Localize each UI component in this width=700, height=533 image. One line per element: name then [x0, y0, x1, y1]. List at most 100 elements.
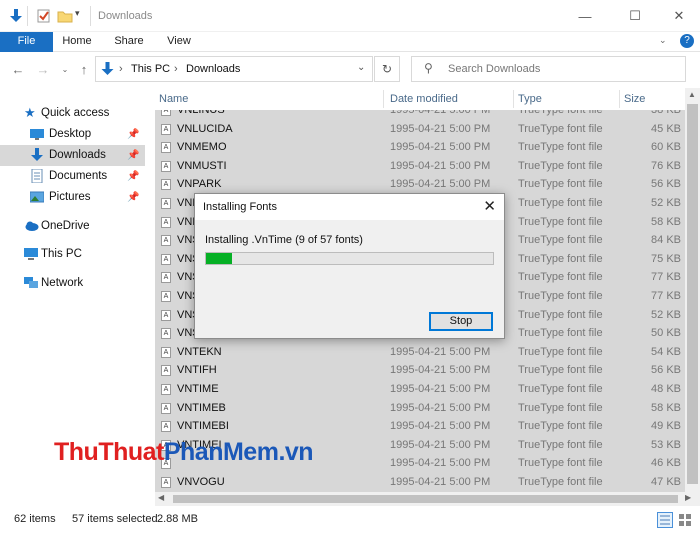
file-type: TrueType font file — [518, 215, 603, 228]
address-history-icon[interactable]: ⌄ — [357, 62, 365, 73]
table-row[interactable]: A VNVOGU 1995-04-21 5:00 PM TrueType font f… — [155, 473, 685, 492]
column-date-modified[interactable]: Date modified — [390, 93, 458, 105]
table-row[interactable]: A VNTIFH 1995-04-21 5:00 PM TrueType font f… — [155, 361, 685, 380]
table-row[interactable]: A VNTIMEBI 1995-04-21 5:00 PM TrueType font… — [155, 417, 685, 436]
ribbon-tabs: File Home Share View ⌄ ? — [0, 32, 700, 52]
watermark-part-b: PhanMem.vn — [163, 438, 314, 466]
nav-item-network[interactable]: Network — [0, 273, 145, 294]
table-row[interactable]: A VNMEMO 1995-04-21 5:00 PM TrueType font f… — [155, 138, 685, 157]
nav-item-label: Documents — [49, 170, 108, 182]
search-box[interactable]: ⚲ Search Downloads — [411, 56, 686, 82]
scroll-left-icon[interactable]: ◀ — [158, 493, 164, 502]
table-row[interactable]: A VNTEKN 1995-04-21 5:00 PM TrueType font f… — [155, 343, 685, 362]
column-name[interactable]: Name — [159, 93, 188, 105]
table-row[interactable]: A VNTIMEB 1995-04-21 5:00 PM TrueType font … — [155, 399, 685, 418]
tab-home[interactable]: Home — [56, 32, 98, 52]
selection-count: 57 items selected — [72, 513, 158, 525]
file-size: 58 KB — [651, 401, 681, 414]
tab-share[interactable]: Share — [108, 32, 150, 52]
up-arrow-icon[interactable]: ↑ — [75, 61, 93, 79]
table-row[interactable]: A VNMUSTI 1995-04-21 5:00 PM TrueType font … — [155, 157, 685, 176]
nav-item-quick-access[interactable]: ★ Quick access — [0, 103, 145, 124]
nav-item-pictures[interactable]: Pictures 📌 — [0, 187, 145, 208]
expand-ribbon-icon[interactable]: ⌄ — [659, 35, 667, 46]
scrollbar-thumb[interactable] — [687, 104, 698, 484]
font-file-icon: A — [161, 142, 171, 154]
back-arrow-icon[interactable]: ← — [9, 61, 27, 79]
minimize-button[interactable]: — — [562, 0, 608, 32]
table-row[interactable]: A VNTIME 1995-04-21 5:00 PM TrueType font f… — [155, 380, 685, 399]
forward-arrow-icon[interactable]: → — [34, 61, 52, 79]
file-size: 53 KB — [651, 438, 681, 451]
column-header: Name Date modified Type Size — [155, 88, 685, 110]
nav-item-onedrive[interactable]: OneDrive — [0, 216, 145, 237]
column-size[interactable]: Size — [624, 93, 645, 105]
scroll-right-icon[interactable]: ▶ — [685, 493, 691, 502]
breadcrumb-separator: › — [174, 63, 178, 75]
column-divider[interactable] — [383, 90, 384, 108]
column-divider[interactable] — [513, 90, 514, 108]
new-folder-icon[interactable] — [57, 8, 73, 24]
nav-item-this-pc[interactable]: This PC — [0, 244, 145, 265]
breadcrumb-this-pc[interactable]: This PC — [131, 63, 170, 75]
search-icon: ⚲ — [424, 61, 433, 75]
pin-icon: 📌 — [127, 171, 140, 182]
tab-file[interactable]: File — [0, 32, 53, 52]
window-title: Downloads — [98, 10, 153, 22]
scrollbar-thumb[interactable] — [173, 495, 678, 503]
file-size: 56 KB — [651, 178, 681, 191]
nav-item-label: Quick access — [41, 107, 110, 119]
file-type: TrueType font file — [518, 345, 603, 358]
column-divider[interactable] — [619, 90, 620, 108]
file-type: TrueType font file — [518, 197, 603, 209]
file-type: TrueType font file — [518, 308, 603, 321]
file-type: TrueType font file — [518, 234, 603, 247]
quick-access-dropdown-icon[interactable]: ▾ — [75, 8, 91, 24]
file-size: 49 KB — [651, 420, 681, 433]
file-date: 1995-04-21 5:00 PM — [390, 383, 491, 395]
file-name: VNTIMEB — [177, 401, 226, 414]
file-size: 52 KB — [651, 197, 681, 209]
horizontal-scrollbar[interactable]: ◀ ▶ — [155, 492, 700, 506]
computer-icon — [24, 247, 38, 261]
help-icon[interactable]: ? — [680, 34, 694, 48]
file-size: 77 KB — [651, 271, 681, 284]
stop-button[interactable]: Stop — [429, 312, 493, 331]
download-icon — [30, 148, 44, 162]
file-name: VNLUCIDA — [177, 122, 233, 135]
recent-locations-icon[interactable]: ⌄ — [56, 61, 74, 79]
column-type[interactable]: Type — [518, 93, 542, 105]
large-icons-view-icon[interactable] — [678, 513, 692, 527]
cloud-icon — [24, 219, 39, 233]
file-size: 77 KB — [651, 290, 681, 302]
divider — [27, 6, 28, 26]
scroll-up-icon[interactable]: ▲ — [688, 90, 696, 99]
file-type: TrueType font file — [518, 438, 603, 451]
table-row[interactable]: A VNPARK 1995-04-21 5:00 PM TrueType font f… — [155, 175, 685, 194]
file-type: TrueType font file — [518, 457, 603, 470]
close-button[interactable]: ✕ — [656, 0, 700, 32]
nav-item-downloads[interactable]: Downloads 📌 — [0, 145, 145, 166]
details-view-icon[interactable] — [657, 512, 673, 528]
font-file-icon: A — [161, 160, 171, 172]
file-type: TrueType font file — [518, 401, 603, 414]
pin-icon: 📌 — [127, 129, 140, 140]
properties-icon[interactable] — [36, 8, 52, 24]
search-placeholder: Search Downloads — [448, 63, 541, 75]
progress-bar — [205, 252, 494, 265]
maximize-button[interactable]: ☐ — [612, 0, 658, 32]
breadcrumb-downloads[interactable]: Downloads — [186, 63, 240, 75]
dialog-close-button[interactable]: ✕ — [483, 197, 496, 215]
file-size: 46 KB — [651, 457, 681, 470]
file-size: 52 KB — [651, 308, 681, 321]
table-row[interactable]: A VNLUCIDA 1995-04-21 5:00 PM TrueType font… — [155, 120, 685, 139]
nav-item-desktop[interactable]: Desktop 📌 — [0, 124, 145, 145]
nav-item-documents[interactable]: Documents 📌 — [0, 166, 145, 187]
font-file-icon: A — [161, 309, 171, 321]
file-type: TrueType font file — [518, 159, 603, 172]
address-bar[interactable]: › This PC › Downloads ⌄ — [95, 56, 373, 82]
tab-view[interactable]: View — [158, 32, 200, 52]
nav-item-label: Network — [41, 277, 84, 289]
nav-item-label: Pictures — [49, 191, 91, 203]
refresh-button[interactable]: ↻ — [374, 56, 400, 82]
